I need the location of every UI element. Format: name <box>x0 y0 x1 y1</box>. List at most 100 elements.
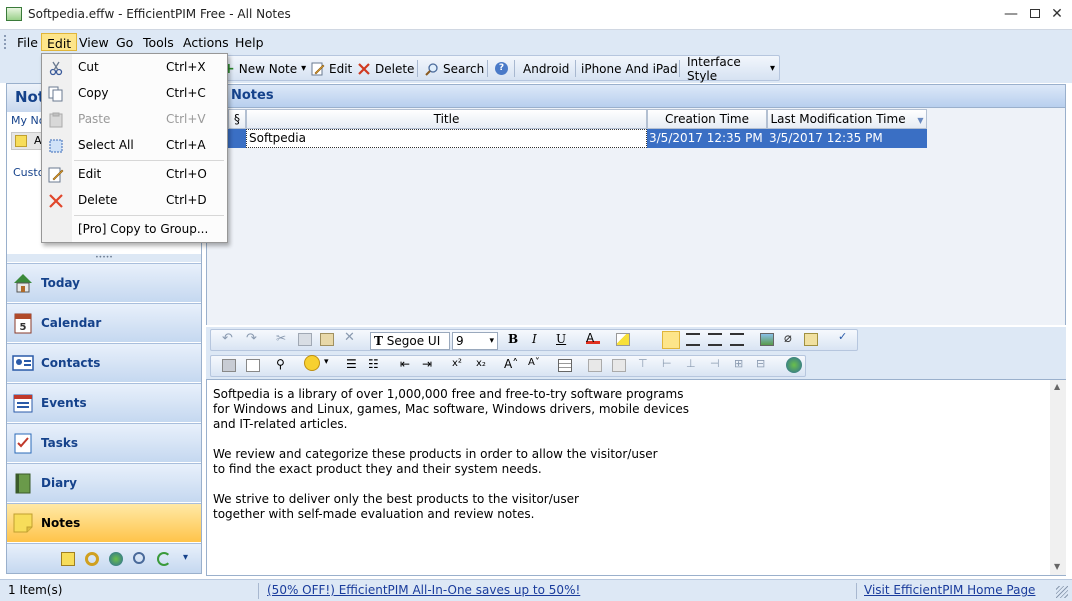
menu-select-all-label: Select All <box>78 138 134 152</box>
resize-grip[interactable] <box>1056 586 1068 598</box>
nav-today[interactable]: Today <box>7 263 201 302</box>
insert-col-icon[interactable]: ⊢ <box>662 357 676 370</box>
copy-icon[interactable] <box>298 333 312 346</box>
spellcheck-icon[interactable]: ✓ <box>838 330 852 343</box>
nav-calendar[interactable]: 5 Calendar <box>7 303 201 342</box>
cut-icon[interactable]: ✂ <box>276 331 290 345</box>
menu-view[interactable]: View <box>74 33 114 51</box>
globe-icon[interactable] <box>109 552 123 566</box>
font-color-icon[interactable]: A <box>586 331 600 345</box>
menu-help[interactable]: Help <box>230 33 269 51</box>
highlight-icon[interactable] <box>616 333 630 346</box>
nav-events[interactable]: Events <box>7 383 201 422</box>
align-left-icon[interactable] <box>662 331 680 349</box>
hyperlink-icon[interactable] <box>786 357 802 373</box>
menu-item-delete[interactable]: Delete Ctrl+D <box>42 188 227 214</box>
table-props-icon[interactable] <box>588 359 602 372</box>
tree-selected-item[interactable]: A <box>11 132 45 150</box>
note-editor[interactable]: Softpedia is a library of over 1,000,000… <box>206 379 1066 576</box>
print-icon[interactable] <box>222 359 236 372</box>
note-body[interactable]: Softpedia is a library of over 1,000,000… <box>213 387 689 522</box>
chevron-down-icon[interactable]: ▾ <box>324 357 338 370</box>
menu-file[interactable]: File <box>12 33 43 51</box>
align-center-icon[interactable] <box>686 333 700 346</box>
scroll-down-icon[interactable]: ▼ <box>1054 562 1060 571</box>
underline-icon[interactable]: U <box>556 332 570 346</box>
subscript-icon[interactable]: x₂ <box>476 358 490 371</box>
col-creation-time[interactable]: Creation Time <box>647 109 767 129</box>
minimize-button[interactable]: — <box>1000 4 1022 24</box>
shrink-font-icon[interactable]: A˅ <box>528 357 542 370</box>
sync-icon[interactable] <box>157 552 171 566</box>
superscript-icon[interactable]: x² <box>452 358 466 371</box>
delete-button[interactable]: Delete <box>353 59 418 78</box>
undo-icon[interactable]: ↶ <box>222 331 236 346</box>
indent-icon[interactable]: ⇥ <box>422 357 436 371</box>
close-button[interactable]: ✕ <box>1046 4 1068 24</box>
search-button[interactable]: Search <box>421 59 488 78</box>
find-icon[interactable]: ⚲ <box>276 357 290 371</box>
paste-icon[interactable] <box>320 333 334 346</box>
table-row[interactable]: Softpedia 3/5/2017 12:35 PM 3/5/2017 12:… <box>207 129 927 148</box>
row-title-cell[interactable]: Softpedia <box>246 129 647 148</box>
menu-edit[interactable]: Edit <box>41 33 78 51</box>
insert-image-icon[interactable] <box>760 333 774 346</box>
interface-style-button[interactable]: Interface Style ▾ <box>683 55 779 83</box>
nav-diary[interactable]: Diary <box>7 463 201 502</box>
scroll-up-icon[interactable]: ▲ <box>1054 382 1060 391</box>
menu-item-copy-to-group[interactable]: [Pro] Copy to Group... <box>42 217 227 243</box>
col-attachment[interactable]: § <box>228 109 246 129</box>
bold-icon[interactable]: B <box>508 332 522 346</box>
android-button[interactable]: Android <box>519 59 573 78</box>
new-note-button[interactable]: + New Note ▾ <box>219 59 310 78</box>
menu-item-select-all[interactable]: Select All Ctrl+A <box>42 133 227 159</box>
nav-tasks[interactable]: Tasks <box>7 423 201 462</box>
bullet-list-icon[interactable]: ☰ <box>346 357 360 371</box>
delete-row-icon[interactable]: ⊥ <box>686 357 700 370</box>
menu-item-copy[interactable]: Copy Ctrl+C <box>42 81 227 107</box>
custom-label[interactable]: Custo <box>13 166 44 179</box>
nav-notes[interactable]: Notes <box>7 503 201 542</box>
print-preview-icon[interactable] <box>246 359 260 372</box>
grow-font-icon[interactable]: A˄ <box>504 357 518 371</box>
menu-tools[interactable]: Tools <box>138 33 179 51</box>
table-grid-icon[interactable] <box>612 359 626 372</box>
split-cells-icon[interactable]: ⊟ <box>756 357 770 370</box>
redo-icon[interactable]: ↷ <box>246 331 260 346</box>
attach-icon[interactable]: ⌀ <box>784 331 798 346</box>
numbered-list-icon[interactable]: ☷ <box>368 357 382 371</box>
font-name-select[interactable]: T Segoe UI <box>370 332 450 350</box>
maximize-button[interactable] <box>1024 4 1046 24</box>
insert-object-icon[interactable] <box>804 333 818 346</box>
nav-today-label: Today <box>41 276 80 290</box>
insert-row-icon[interactable]: ⊤ <box>638 357 652 370</box>
justify-icon[interactable] <box>730 333 744 346</box>
col-title[interactable]: Title <box>246 109 647 129</box>
delete-col-icon[interactable]: ⊣ <box>710 357 724 370</box>
italic-icon[interactable]: I <box>532 332 546 346</box>
emoji-icon[interactable] <box>304 355 320 371</box>
menu-item-edit[interactable]: Edit Ctrl+O <box>42 162 227 188</box>
key-icon[interactable] <box>85 552 99 566</box>
menu-go[interactable]: Go <box>111 33 138 51</box>
edit-button[interactable]: Edit <box>307 59 356 78</box>
col-modification-time[interactable]: Last Modification Time ▼ <box>767 109 927 129</box>
menu-item-cut[interactable]: Cut Ctrl+X <box>42 55 227 81</box>
home-page-link[interactable]: Visit EfficientPIM Home Page <box>864 583 1035 597</box>
notes-small-icon[interactable] <box>61 552 75 566</box>
search-small-icon[interactable] <box>133 552 145 564</box>
merge-cells-icon[interactable]: ⊞ <box>734 357 748 370</box>
outdent-icon[interactable]: ⇤ <box>400 357 414 371</box>
promo-link[interactable]: (50% OFF!) EfficientPIM All-In-One saves… <box>267 583 580 597</box>
pane-splitter[interactable]: ••••• <box>7 254 201 262</box>
font-size-select[interactable]: 9 ▾ <box>452 332 498 350</box>
iphone-ipad-button[interactable]: iPhone And iPad <box>577 59 682 78</box>
delete-icon[interactable]: ✕ <box>344 330 358 345</box>
nav-contacts[interactable]: Contacts <box>7 343 201 382</box>
align-right-icon[interactable] <box>708 333 722 346</box>
help-button[interactable]: ? <box>491 59 512 78</box>
menu-actions[interactable]: Actions <box>178 33 234 51</box>
editor-scrollbar[interactable]: ▲ ▼ <box>1050 380 1066 575</box>
insert-table-icon[interactable] <box>558 359 572 372</box>
chevron-down-icon[interactable]: ▾ <box>183 552 188 563</box>
